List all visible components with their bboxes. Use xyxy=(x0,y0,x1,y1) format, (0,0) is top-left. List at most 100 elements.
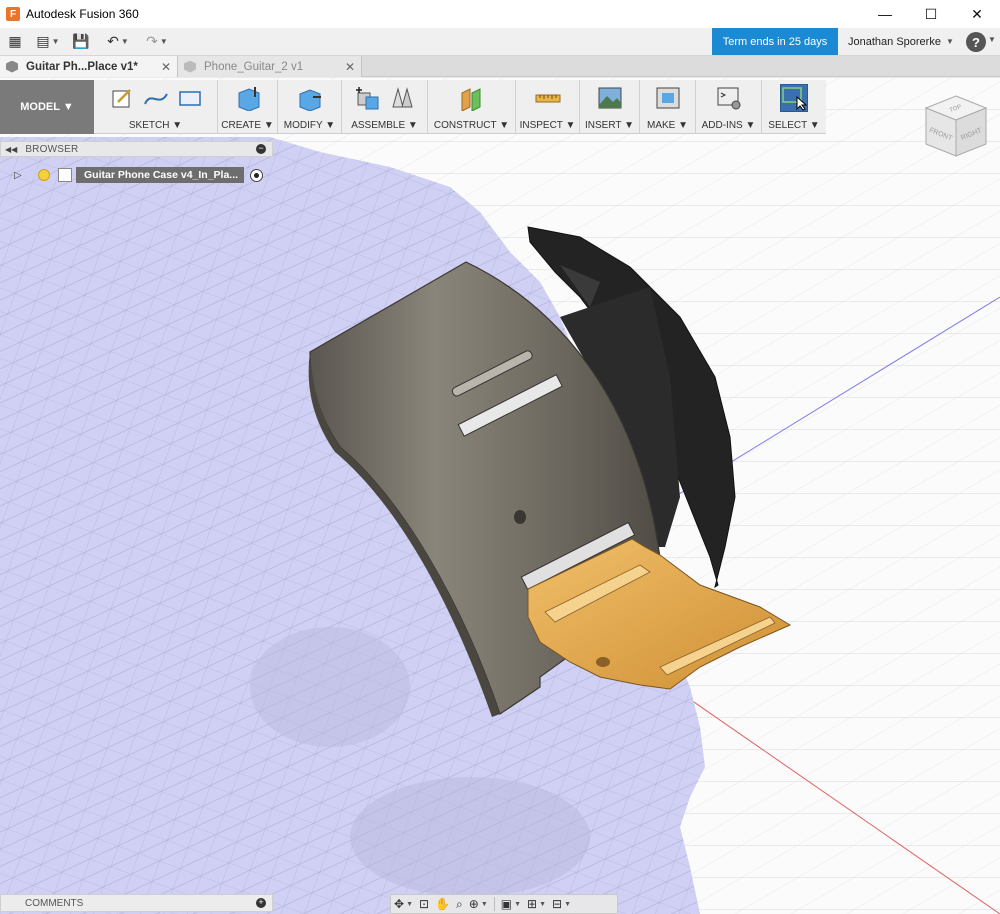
chevron-down-icon: ▼ xyxy=(406,900,413,908)
redo-icon: ↷ xyxy=(146,33,158,49)
viewport-canvas[interactable] xyxy=(0,77,1000,914)
chevron-down-icon: ▼ xyxy=(564,900,572,908)
insert-image-icon[interactable] xyxy=(596,84,624,112)
help-icon[interactable]: ? xyxy=(966,32,986,52)
fit-icon: ⊕ xyxy=(468,897,479,911)
orbit-button[interactable]: ✥ ▼ xyxy=(391,895,416,913)
workspace-switcher[interactable]: MODEL ▼ xyxy=(0,80,94,134)
user-account-menu[interactable]: Jonathan Sporerke ▼ xyxy=(848,28,954,55)
add-ins-label: ADD-INS ▼ xyxy=(701,120,756,131)
chevron-down-icon: ▼ xyxy=(539,900,547,908)
data-panel-grid-icon[interactable]: ▦ xyxy=(0,28,30,56)
expand-arrow-icon[interactable]: ▷ xyxy=(14,170,24,181)
inspect-group[interactable]: INSPECT ▼ xyxy=(516,80,580,134)
new-component-icon[interactable] xyxy=(354,84,382,112)
tab-guitar-phone-case[interactable]: Guitar Ph...Place v1* ✕ xyxy=(0,56,178,77)
chevron-down-icon: ▼ xyxy=(159,37,168,46)
select-label: SELECT ▼ xyxy=(768,120,820,131)
3d-print-icon[interactable] xyxy=(654,84,682,112)
collapse-panel-icon[interactable]: ◀◀ xyxy=(5,145,17,154)
modify-label: MODIFY ▼ xyxy=(283,120,336,131)
display-settings-icon: ▣ xyxy=(500,897,513,911)
case-hole xyxy=(514,510,526,524)
file-menu-button[interactable]: ▤ ▼ xyxy=(30,28,66,56)
mesh-bump xyxy=(250,627,410,747)
construct-label: CONSTRUCT ▼ xyxy=(433,120,510,131)
undo-button[interactable]: ↶ ▼ xyxy=(96,28,140,56)
create-sketch-icon[interactable] xyxy=(108,84,136,112)
insert-group[interactable]: INSERT ▼ xyxy=(580,80,640,134)
visibility-bulb-icon[interactable] xyxy=(38,169,50,181)
press-pull-icon[interactable] xyxy=(296,84,324,112)
close-tab-icon[interactable]: ✕ xyxy=(161,60,171,74)
modify-group[interactable]: MODIFY ▼ xyxy=(278,80,342,134)
construct-group[interactable]: CONSTRUCT ▼ xyxy=(428,80,516,134)
undo-icon: ↶ xyxy=(107,33,119,49)
tab-phone-guitar-2[interactable]: Phone_Guitar_2 v1 ✕ xyxy=(178,56,362,77)
mesh-bump xyxy=(350,777,590,897)
line-icon[interactable] xyxy=(142,84,170,112)
activate-radio-icon[interactable] xyxy=(250,168,263,182)
chevron-down-icon: ▼ xyxy=(480,900,488,908)
inspect-label: INSPECT ▼ xyxy=(519,120,576,131)
browser-tree: ▷ Guitar Phone Case v4_In_Pla... xyxy=(0,165,273,185)
select-arrow-icon[interactable] xyxy=(780,84,808,112)
maximize-button[interactable]: ☐ xyxy=(908,0,954,28)
minimize-panel-icon[interactable]: − xyxy=(256,144,266,154)
offset-plane-icon[interactable] xyxy=(458,84,486,112)
chevron-down-icon: ▼ xyxy=(120,37,129,46)
grid-settings-button[interactable]: ⊞ ▼ xyxy=(524,895,549,913)
joint-icon[interactable] xyxy=(388,84,416,112)
assemble-label: ASSEMBLE ▼ xyxy=(351,120,418,131)
fit-button[interactable]: ⊕ ▼ xyxy=(466,895,491,913)
chevron-down-icon: ▼ xyxy=(51,37,60,46)
viewports-button[interactable]: ⊟ ▼ xyxy=(549,895,574,913)
toolbar-ribbon: MODEL ▼ SKETCH ▼ CREATE ▼ MODIFY ▼ ASSEM… xyxy=(0,80,826,134)
comments-title: COMMENTS xyxy=(25,897,84,909)
comments-panel[interactable]: COMMENTS + xyxy=(0,894,273,912)
create-group[interactable]: CREATE ▼ xyxy=(218,80,278,134)
zoom-icon[interactable]: ⌕ xyxy=(453,895,466,913)
design-icon xyxy=(6,60,18,73)
close-window-button[interactable]: ✕ xyxy=(954,0,1000,28)
orbit-icon: ✥ xyxy=(394,897,405,911)
sketch-label: SKETCH ▼ xyxy=(128,120,183,131)
scene-svg xyxy=(0,77,1000,914)
viewcube[interactable]: TOP FRONT RIGHT xyxy=(920,92,992,164)
redo-button[interactable]: ↷ ▼ xyxy=(140,28,174,56)
chevron-down-icon: ▼ xyxy=(514,900,522,908)
design-icon xyxy=(184,60,196,73)
save-icon[interactable]: 💾 xyxy=(66,28,96,56)
scripts-icon[interactable] xyxy=(715,84,743,112)
measure-icon[interactable] xyxy=(534,84,562,112)
pan-icon[interactable]: ✋ xyxy=(432,895,453,913)
fusion-app-icon: F xyxy=(6,7,20,21)
rectangle-icon[interactable] xyxy=(176,84,204,112)
minimize-button[interactable]: — xyxy=(862,0,908,28)
file-icon: ▤ xyxy=(36,33,50,49)
assemble-group[interactable]: ASSEMBLE ▼ xyxy=(342,80,428,134)
make-group[interactable]: MAKE ▼ xyxy=(640,80,696,134)
select-group[interactable]: SELECT ▼ xyxy=(762,80,826,134)
title-bar: F Autodesk Fusion 360 — ☐ ✕ xyxy=(0,0,1000,28)
look-at-icon[interactable]: ⊡ xyxy=(416,895,432,913)
sketch-group[interactable]: SKETCH ▼ xyxy=(94,80,218,134)
root-component-node[interactable]: Guitar Phone Case v4_In_Pla... xyxy=(76,167,244,183)
extrude-icon[interactable] xyxy=(234,84,262,112)
browser-panel-header[interactable]: ◀◀ BROWSER − xyxy=(0,141,273,157)
browser-title: BROWSER xyxy=(25,143,79,155)
navigation-bar: ✥ ▼ ⊡ ✋ ⌕ ⊕ ▼ ▣ ▼ ⊞ ▼ ⊟ ▼ xyxy=(390,894,618,914)
grid-settings-icon: ⊞ xyxy=(527,897,538,911)
close-tab-icon[interactable]: ✕ xyxy=(345,60,355,74)
display-settings-button[interactable]: ▣ ▼ xyxy=(498,895,524,913)
add-ins-group[interactable]: ADD-INS ▼ xyxy=(696,80,762,134)
tab-label: Guitar Ph...Place v1* xyxy=(26,60,138,73)
viewports-icon: ⊟ xyxy=(552,897,563,911)
add-comment-icon[interactable]: + xyxy=(256,898,266,908)
chevron-down-icon[interactable]: ▼ xyxy=(988,35,996,44)
tab-label: Phone_Guitar_2 v1 xyxy=(204,60,304,73)
term-notice-banner[interactable]: Term ends in 25 days xyxy=(712,28,838,55)
cradle-hole xyxy=(596,657,610,667)
toolbar-divider xyxy=(493,897,495,911)
create-label: CREATE ▼ xyxy=(221,120,274,131)
